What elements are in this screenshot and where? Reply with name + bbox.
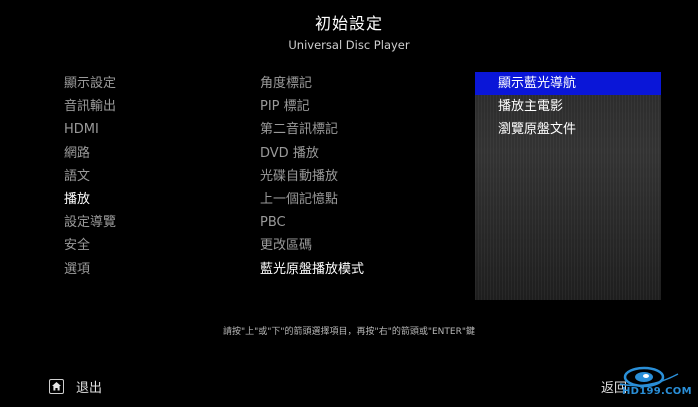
- sub-menu-item-change-region[interactable]: 更改區碼: [260, 234, 460, 257]
- main-menu-item-network[interactable]: 網路: [64, 142, 214, 165]
- sub-menu-item-last-memory[interactable]: 上一個記憶點: [260, 188, 460, 211]
- main-menu-item-hdmi[interactable]: HDMI: [64, 118, 214, 141]
- page-subtitle: Universal Disc Player: [288, 38, 410, 52]
- sub-menu-item-secondary-audio-mark[interactable]: 第二音訊標記: [260, 118, 460, 141]
- page-title: 初始設定: [314, 14, 383, 33]
- sub-menu-item-bluray-playback-mode[interactable]: 藍光原盤播放模式: [260, 258, 460, 281]
- main-menu-item-audio-output[interactable]: 音訊輸出: [64, 95, 214, 118]
- navigation-hint: 請按"上"或"下"的箭頭選擇項目，再按"右"的箭頭或"ENTER"鍵: [223, 327, 475, 337]
- main-menu-item-setup-wizard[interactable]: 設定導覽: [64, 211, 214, 234]
- sub-menu-item-angle-mark[interactable]: 角度標記: [260, 72, 460, 95]
- main-menu-item-security[interactable]: 安全: [64, 234, 214, 257]
- sub-menu: 角度標記 PIP 標記 第二音訊標記 DVD 播放 光碟自動播放 上一個記憶點 …: [260, 72, 460, 281]
- exit-label: 退出: [76, 380, 103, 396]
- main-menu-item-display[interactable]: 顯示設定: [64, 72, 214, 95]
- watermark-text: HD199.COM: [622, 386, 692, 397]
- option-browse-disc-files[interactable]: 瀏覽原盤文件: [475, 118, 661, 141]
- home-icon: [49, 378, 64, 394]
- watermark-logo: [619, 366, 679, 388]
- sub-menu-item-pip-mark[interactable]: PIP 標記: [260, 95, 460, 118]
- sub-menu-item-disc-autoplay[interactable]: 光碟自動播放: [260, 165, 460, 188]
- main-menu-item-playback[interactable]: 播放: [64, 188, 214, 211]
- options-panel: 顯示藍光導航 播放主電影 瀏覽原盤文件: [475, 72, 661, 300]
- main-menu-item-language[interactable]: 語文: [64, 165, 214, 188]
- option-play-main-movie[interactable]: 播放主電影: [475, 95, 661, 118]
- exit-button[interactable]: 退出: [49, 377, 103, 396]
- option-show-bluray-navigation[interactable]: 顯示藍光導航: [475, 72, 661, 96]
- main-menu-item-options[interactable]: 選項: [64, 258, 214, 281]
- sub-menu-item-pbc[interactable]: PBC: [260, 211, 460, 234]
- main-menu: 顯示設定 音訊輸出 HDMI 網路 語文 播放 設定導覽 安全 選項: [64, 72, 214, 281]
- sub-menu-item-dvd-playback[interactable]: DVD 播放: [260, 142, 460, 165]
